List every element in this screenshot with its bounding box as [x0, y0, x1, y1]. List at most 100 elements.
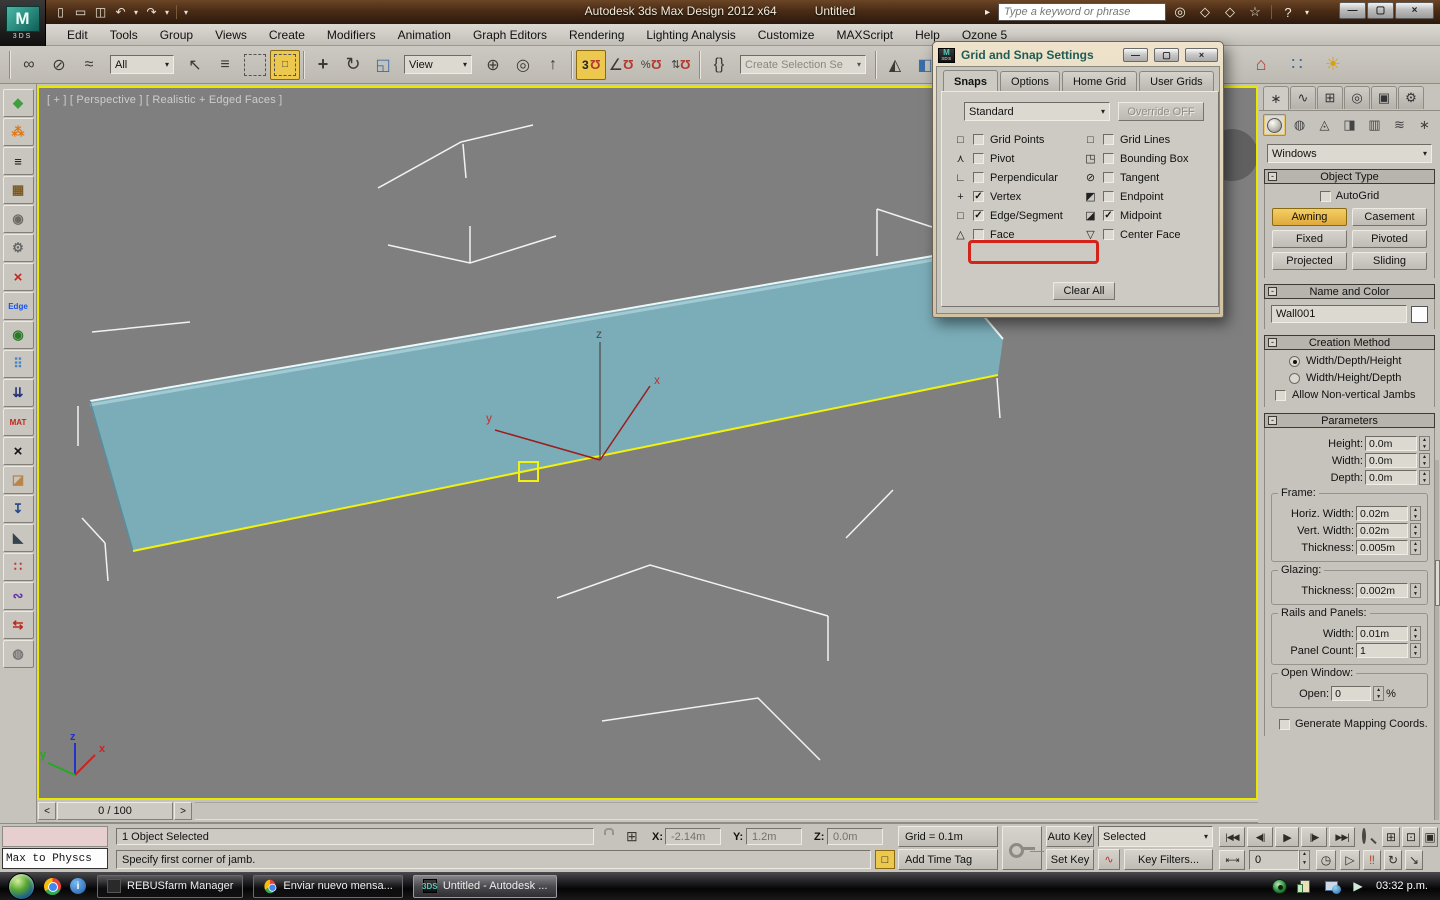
panel-count-stepper[interactable]: ▲ ▼: [1410, 643, 1421, 658]
dialog-close-button[interactable]: ×: [1185, 48, 1218, 62]
select-and-manipulate-icon[interactable]: ◎: [508, 50, 538, 80]
dialog-title-bar[interactable]: M 3DS Grid and Snap Settings — ▢ ×: [936, 44, 1220, 66]
rails-width-field[interactable]: 0.01m: [1356, 626, 1408, 641]
menu-animation[interactable]: Animation: [387, 26, 462, 44]
menu-tools[interactable]: Tools: [99, 26, 149, 44]
reference-coordinate-dropdown[interactable]: View ▾: [404, 55, 472, 74]
radio-width-depth-height[interactable]: [1289, 355, 1300, 367]
left-tool-visibility-grid-icon[interactable]: ⠿: [2, 350, 34, 378]
edge-segment-checkbox[interactable]: ✓: [973, 210, 984, 221]
frame-thickness-field[interactable]: 0.005m: [1356, 540, 1408, 555]
tab-modify[interactable]: ∿: [1290, 86, 1316, 109]
select-and-scale-icon[interactable]: ◱: [368, 50, 398, 80]
tray-eye-icon[interactable]: [1270, 877, 1288, 895]
batch-render-icon[interactable]: ⌂: [1246, 49, 1276, 79]
autogrid-checkbox[interactable]: ✓: [1319, 190, 1331, 202]
left-tool-cross-arrows-icon[interactable]: ×: [2, 263, 34, 291]
rollout-header[interactable]: - Parameters: [1264, 413, 1435, 428]
width-stepper[interactable]: ▲ ▼: [1419, 453, 1430, 468]
transform-type-in-icon[interactable]: ⊞: [626, 828, 638, 845]
left-tool-drop-to-surface-icon[interactable]: ↧: [2, 495, 34, 523]
snap-option-bounding-box[interactable]: ◳ ✓ Bounding Box: [1084, 149, 1188, 168]
open-percent-field[interactable]: 0: [1331, 686, 1372, 701]
time-configuration-icon[interactable]: ◷: [1316, 850, 1336, 870]
left-tool-gem-icon[interactable]: ◆: [2, 89, 34, 117]
bounding-box-checkbox[interactable]: ✓: [1103, 153, 1114, 164]
select-object-icon[interactable]: ↖: [180, 50, 210, 80]
taskbar-item-chrome-message[interactable]: Enviar nuevo mensa...: [253, 874, 403, 898]
snap-toggle-3d-icon[interactable]: 3Ω: [576, 49, 606, 80]
previous-frame-button[interactable]: <: [38, 802, 56, 820]
left-tool-add-objects-icon[interactable]: ◉: [2, 205, 34, 233]
object-name-field[interactable]: Wall001: [1271, 305, 1407, 323]
tray-speaker-icon[interactable]: ▶: [1348, 877, 1366, 895]
use-pivot-point-icon[interactable]: ⊕: [478, 50, 508, 80]
time-slider-thumb[interactable]: 0 / 100: [57, 802, 173, 820]
chrome-quicklaunch-icon[interactable]: [43, 877, 61, 895]
mirror-icon[interactable]: ◭: [880, 50, 910, 80]
left-tool-scatter-icon[interactable]: ∷: [2, 553, 34, 581]
height-stepper[interactable]: ▲ ▼: [1419, 436, 1430, 451]
glazing-thickness-stepper[interactable]: ▲ ▼: [1410, 583, 1421, 598]
projected-button[interactable]: Projected: [1272, 252, 1347, 270]
tab-utilities[interactable]: ⚙: [1398, 86, 1424, 109]
left-tool-spacing-icon[interactable]: ⇆: [2, 611, 34, 639]
new-file-icon[interactable]: ▯: [52, 3, 69, 21]
snap-option-tangent[interactable]: ⊘ ✓ Tangent: [1084, 168, 1189, 187]
menu-create[interactable]: Create: [258, 26, 316, 44]
pivoted-button[interactable]: Pivoted: [1352, 230, 1427, 248]
snap-option-vertex[interactable]: + ✓ Vertex: [954, 187, 1063, 206]
rectangular-selection-region-icon[interactable]: [240, 50, 270, 80]
taskbar-item-3dsmax[interactable]: 3DS Untitled - Autodesk ...: [412, 874, 558, 898]
redo-dropdown-icon[interactable]: ▾: [163, 3, 171, 21]
play-button[interactable]: ▶: [1275, 827, 1299, 847]
snap-option-center-face[interactable]: ▽ ✓ Center Face: [1084, 225, 1189, 244]
select-and-move-icon[interactable]: +: [308, 50, 338, 80]
left-tool-visibility-spheres-icon[interactable]: ◉: [2, 321, 34, 349]
command-panel-scrollbar[interactable]: [1434, 460, 1440, 820]
left-tool-molecule-icon[interactable]: ⚙: [2, 234, 34, 262]
menu-group[interactable]: Group: [149, 26, 204, 44]
close-button[interactable]: ×: [1395, 2, 1434, 19]
left-tool-drop-icon[interactable]: ⇊: [2, 379, 34, 407]
sliding-button[interactable]: Sliding: [1352, 252, 1427, 270]
object-color-swatch[interactable]: [1411, 305, 1428, 323]
category-geometry-icon[interactable]: [1263, 114, 1286, 136]
frame-horiz-width-field[interactable]: 0.02m: [1356, 506, 1408, 521]
center-face-checkbox[interactable]: ✓: [1103, 229, 1114, 240]
depth-stepper[interactable]: ▲ ▼: [1419, 470, 1430, 485]
tab-home-grid[interactable]: Home Grid: [1061, 71, 1138, 91]
rollout-header[interactable]: - Object Type: [1264, 169, 1435, 184]
menu-customize[interactable]: Customize: [747, 26, 826, 44]
frame-thickness-stepper[interactable]: ▲ ▼: [1410, 540, 1421, 555]
tab-hierarchy[interactable]: ⊞: [1317, 86, 1343, 109]
add-time-tag-button[interactable]: Add Time Tag: [898, 849, 998, 870]
minimize-button[interactable]: —: [1339, 2, 1366, 19]
width-field[interactable]: 0.0m: [1365, 453, 1417, 468]
height-field[interactable]: 0.0m: [1365, 436, 1417, 451]
casement-button[interactable]: Casement: [1352, 208, 1427, 226]
subscription-icon[interactable]: ◇: [1194, 3, 1216, 21]
panel-count-field[interactable]: 1: [1356, 643, 1408, 658]
category-helpers-icon[interactable]: ▥: [1363, 114, 1386, 136]
set-key-big-button[interactable]: [1002, 826, 1042, 870]
left-tool-particles-icon[interactable]: ⁂: [2, 118, 34, 146]
midpoint-checkbox[interactable]: ✓: [1103, 210, 1114, 221]
info-quicklaunch-icon[interactable]: i: [69, 877, 87, 895]
tangent-checkbox[interactable]: ✓: [1103, 172, 1114, 183]
save-icon[interactable]: ◫: [92, 3, 109, 21]
snap-option-grid-points[interactable]: □ ✓ Grid Points: [954, 130, 1063, 149]
undo-icon[interactable]: ↶: [112, 3, 129, 21]
menu-maxscript[interactable]: MAXScript: [825, 26, 904, 44]
named-selection-set-dropdown[interactable]: Create Selection Se ▾: [740, 55, 866, 74]
snap-option-perpendicular[interactable]: ∟ ✓ Perpendicular: [954, 168, 1063, 187]
start-button[interactable]: [8, 872, 35, 900]
maximize-button[interactable]: ▢: [1367, 2, 1394, 19]
rollout-header[interactable]: - Creation Method: [1264, 335, 1435, 350]
clear-all-button[interactable]: Clear All: [1053, 282, 1115, 300]
left-tool-twist-icon[interactable]: ◍: [2, 640, 34, 668]
tab-options[interactable]: Options: [1000, 71, 1060, 91]
z-coordinate-field[interactable]: 0.0m: [827, 828, 883, 845]
select-and-rotate-icon[interactable]: ↻: [338, 50, 368, 80]
toolbar-overflow-icon[interactable]: ▾: [182, 3, 190, 21]
